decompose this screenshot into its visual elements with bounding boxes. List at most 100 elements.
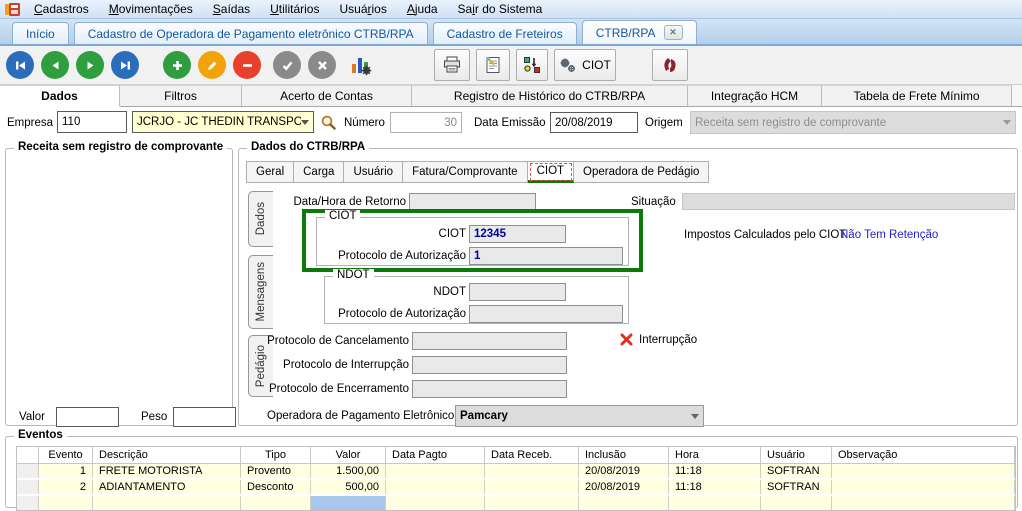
cell-usuario[interactable]: SOFTRAN <box>761 464 832 478</box>
tab-dados[interactable]: Dados <box>0 85 120 107</box>
valor-label: Valor <box>19 411 45 423</box>
search-icon[interactable] <box>320 114 337 131</box>
operadora-combo[interactable]: Pamcary <box>455 405 704 427</box>
cell-observacao[interactable] <box>832 480 1015 494</box>
menu-cadastros[interactable]: Cadastros <box>24 1 99 17</box>
window-tab-freteiros[interactable]: Cadastro de Freteiros <box>433 22 577 44</box>
close-tab-icon[interactable]: ✕ <box>664 25 683 40</box>
protocolo-cancelamento-field[interactable] <box>412 332 567 350</box>
window-tab-inicio[interactable]: Início <box>12 22 69 44</box>
ndot-protocolo-field[interactable] <box>469 305 623 323</box>
protocolo-encerramento-field[interactable] <box>412 380 567 398</box>
cell-evento[interactable]: 2 <box>39 480 93 494</box>
ciot-protocolo-label: Protocolo de Autorização <box>324 250 466 262</box>
softran-logo-button[interactable] <box>652 49 688 81</box>
tab-tabela-frete-minimo[interactable]: Tabela de Frete Mínimo <box>822 85 1012 106</box>
cancel-button[interactable] <box>308 51 336 79</box>
side-tab-mensagens[interactable]: Mensagens <box>248 255 273 329</box>
cell-descricao[interactable]: ADIANTAMENTO <box>93 480 241 494</box>
receita-groupbox-title: Receita sem registro de comprovante <box>14 141 227 153</box>
table-row[interactable]: 1 FRETE MOTORISTA Provento 1.500,00 20/0… <box>17 464 1015 480</box>
delete-button[interactable] <box>233 51 261 79</box>
menu-ajuda[interactable]: Ajuda <box>397 1 448 17</box>
last-record-button[interactable] <box>111 51 139 79</box>
export-button[interactable] <box>516 49 548 81</box>
menu-saidas[interactable]: Saídas <box>203 1 260 17</box>
tab-operadora-pedagio[interactable]: Operadora de Pedágio <box>574 161 709 183</box>
print-button[interactable] <box>434 49 470 81</box>
cell-tipo[interactable]: Desconto <box>241 480 311 494</box>
table-row[interactable]: 2 ADIANTAMENTO Desconto 500,00 20/08/201… <box>17 480 1015 496</box>
window-tab-ctrb-rpa[interactable]: CTRB/RPA ✕ <box>582 20 697 44</box>
ciot-fieldset-title: CIOT <box>325 210 360 222</box>
ndot-field[interactable] <box>469 283 566 301</box>
cell-empty <box>832 496 1015 510</box>
col-descricao: Descrição <box>93 447 241 464</box>
page-tab-bar: Dados Filtros Acerto de Contas Registro … <box>0 85 1022 107</box>
row-selector[interactable] <box>17 480 39 494</box>
cell-data-receb[interactable] <box>485 480 579 494</box>
window-tab-operadora[interactable]: Cadastro de Operadora de Pagamento eletr… <box>74 22 428 44</box>
menu-sair[interactable]: Sair do Sistema <box>448 1 553 17</box>
col-observacao: Observação <box>832 447 1015 464</box>
impostos-text: Impostos Calculados pelo CIOT <box>684 229 846 241</box>
tab-ciot[interactable]: CIOT <box>528 161 574 183</box>
cell-data-pagto[interactable] <box>386 464 485 478</box>
insert-button[interactable] <box>163 51 191 79</box>
tab-registro-historico[interactable]: Registro de Histórico do CTRB/RPA <box>412 85 688 106</box>
confirm-button[interactable] <box>273 51 301 79</box>
tab-usuario[interactable]: Usuário <box>344 161 403 183</box>
protocolo-interrupcao-field[interactable] <box>412 356 567 374</box>
menu-utilitarios[interactable]: Utilitários <box>260 1 329 17</box>
prior-record-button[interactable] <box>41 51 69 79</box>
tab-bar-filler <box>1012 85 1022 106</box>
cell-hora[interactable]: 11:18 <box>669 464 761 478</box>
menu-usuarios[interactable]: Usuários <box>329 1 396 17</box>
empresa-code-field[interactable]: 110 <box>57 111 127 133</box>
tab-carga[interactable]: Carga <box>294 161 344 183</box>
report-button[interactable] <box>476 49 510 81</box>
col-hora: Hora <box>669 447 761 464</box>
tab-filtros[interactable]: Filtros <box>120 85 242 106</box>
cell-evento[interactable]: 1 <box>39 464 93 478</box>
chart-settings-button[interactable] <box>346 50 376 80</box>
cell-observacao[interactable] <box>832 464 1015 478</box>
tab-acerto-de-contas[interactable]: Acerto de Contas <box>242 85 412 106</box>
chevron-down-icon <box>691 414 699 419</box>
tab-integracao-hcm[interactable]: Integração HCM <box>688 85 822 106</box>
ciot-protocolo-field[interactable]: 1 <box>469 247 623 265</box>
cell-hora[interactable]: 11:18 <box>669 480 761 494</box>
cell-data-receb[interactable] <box>485 464 579 478</box>
tab-geral[interactable]: Geral <box>246 161 294 183</box>
first-record-button[interactable] <box>6 51 34 79</box>
data-hora-retorno-field[interactable] <box>409 193 536 210</box>
data-emissao-field[interactable]: 20/08/2019 <box>550 112 638 133</box>
cell-empty <box>386 496 485 510</box>
cell-inclusao[interactable]: 20/08/2019 <box>579 480 669 494</box>
row-selector <box>17 496 39 510</box>
next-record-button[interactable] <box>76 51 104 79</box>
peso-field[interactable] <box>173 407 236 427</box>
side-tab-dados[interactable]: Dados <box>248 191 273 247</box>
cell-valor[interactable]: 1.500,00 <box>311 464 386 478</box>
interrupcao-indicator: Interrupção <box>619 332 697 347</box>
cell-tipo[interactable]: Provento <box>241 464 311 478</box>
menu-movimentacoes[interactable]: Movimentações <box>99 1 203 17</box>
ciot-button[interactable]: CIOT <box>554 49 616 81</box>
valor-field[interactable] <box>56 407 119 427</box>
cell-inclusao[interactable]: 20/08/2019 <box>579 464 669 478</box>
empresa-combo[interactable]: JCRJO - JC THEDIN TRANSPORT <box>132 111 314 133</box>
cell-data-pagto[interactable] <box>386 480 485 494</box>
tab-fatura-comprovante[interactable]: Fatura/Comprovante <box>403 161 527 183</box>
ciot-field[interactable]: 12345 <box>469 225 566 243</box>
gears-icon <box>559 56 577 74</box>
retencao-link[interactable]: Não Tem Retenção <box>840 229 938 241</box>
cell-usuario[interactable]: SOFTRAN <box>761 480 832 494</box>
cell-descricao[interactable]: FRETE MOTORISTA <box>93 464 241 478</box>
operadora-label: Operadora de Pagamento Eletrônico <box>267 410 454 422</box>
situacao-field <box>682 193 1015 210</box>
cell-valor[interactable]: 500,00 <box>311 480 386 494</box>
edit-button[interactable] <box>198 51 226 79</box>
numero-field[interactable]: 30 <box>390 112 462 133</box>
row-selector[interactable] <box>17 464 39 478</box>
